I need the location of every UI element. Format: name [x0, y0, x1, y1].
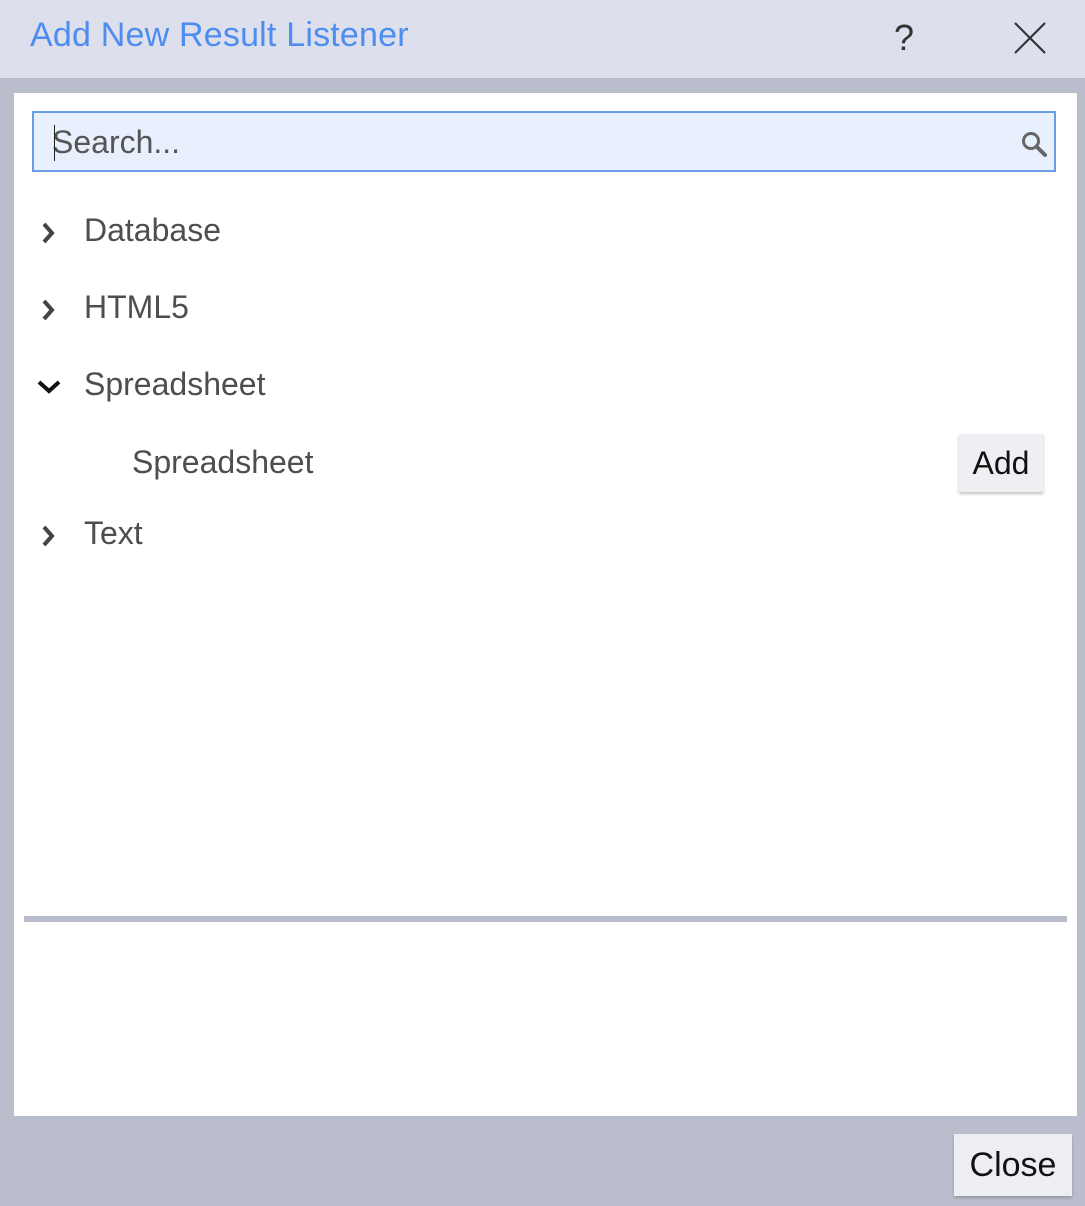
tree-child-spreadsheet: Spreadsheet Add — [34, 431, 1054, 493]
add-button[interactable]: Add — [959, 434, 1043, 492]
chevron-down-icon — [34, 372, 64, 402]
tree-item-html5[interactable]: HTML5 — [34, 287, 1044, 331]
dialog-title: Add New Result Listener — [30, 16, 409, 54]
tree-item-text[interactable]: Text — [34, 513, 1044, 557]
chevron-right-icon — [34, 295, 64, 325]
dialog-titlebar: Add New Result Listener ? — [0, 0, 1085, 78]
add-result-listener-dialog: Add New Result Listener ? Search... Data… — [0, 0, 1085, 1206]
tree-item-database[interactable]: Database — [34, 210, 1044, 254]
tree-item-label: Spreadsheet — [84, 366, 266, 402]
tree-item-spreadsheet[interactable]: Spreadsheet — [34, 364, 1044, 408]
close-icon[interactable] — [1008, 16, 1052, 60]
search-box — [32, 111, 1056, 172]
close-button[interactable]: Close — [954, 1134, 1072, 1196]
tree-child-label: Spreadsheet — [132, 444, 314, 480]
splitter-handle[interactable] — [24, 916, 1067, 922]
help-button[interactable]: ? — [884, 14, 924, 62]
tree-item-label: Database — [84, 212, 221, 248]
listener-panel: Database HTML5 Spreadsheet Spreadsheet A… — [14, 93, 1077, 1116]
text-caret — [54, 125, 55, 161]
search-input[interactable] — [52, 121, 992, 163]
tree-item-label: HTML5 — [84, 289, 189, 325]
tree-item-label: Text — [84, 515, 143, 551]
chevron-right-icon — [34, 521, 64, 551]
chevron-right-icon — [34, 218, 64, 248]
search-icon[interactable] — [1020, 130, 1048, 158]
